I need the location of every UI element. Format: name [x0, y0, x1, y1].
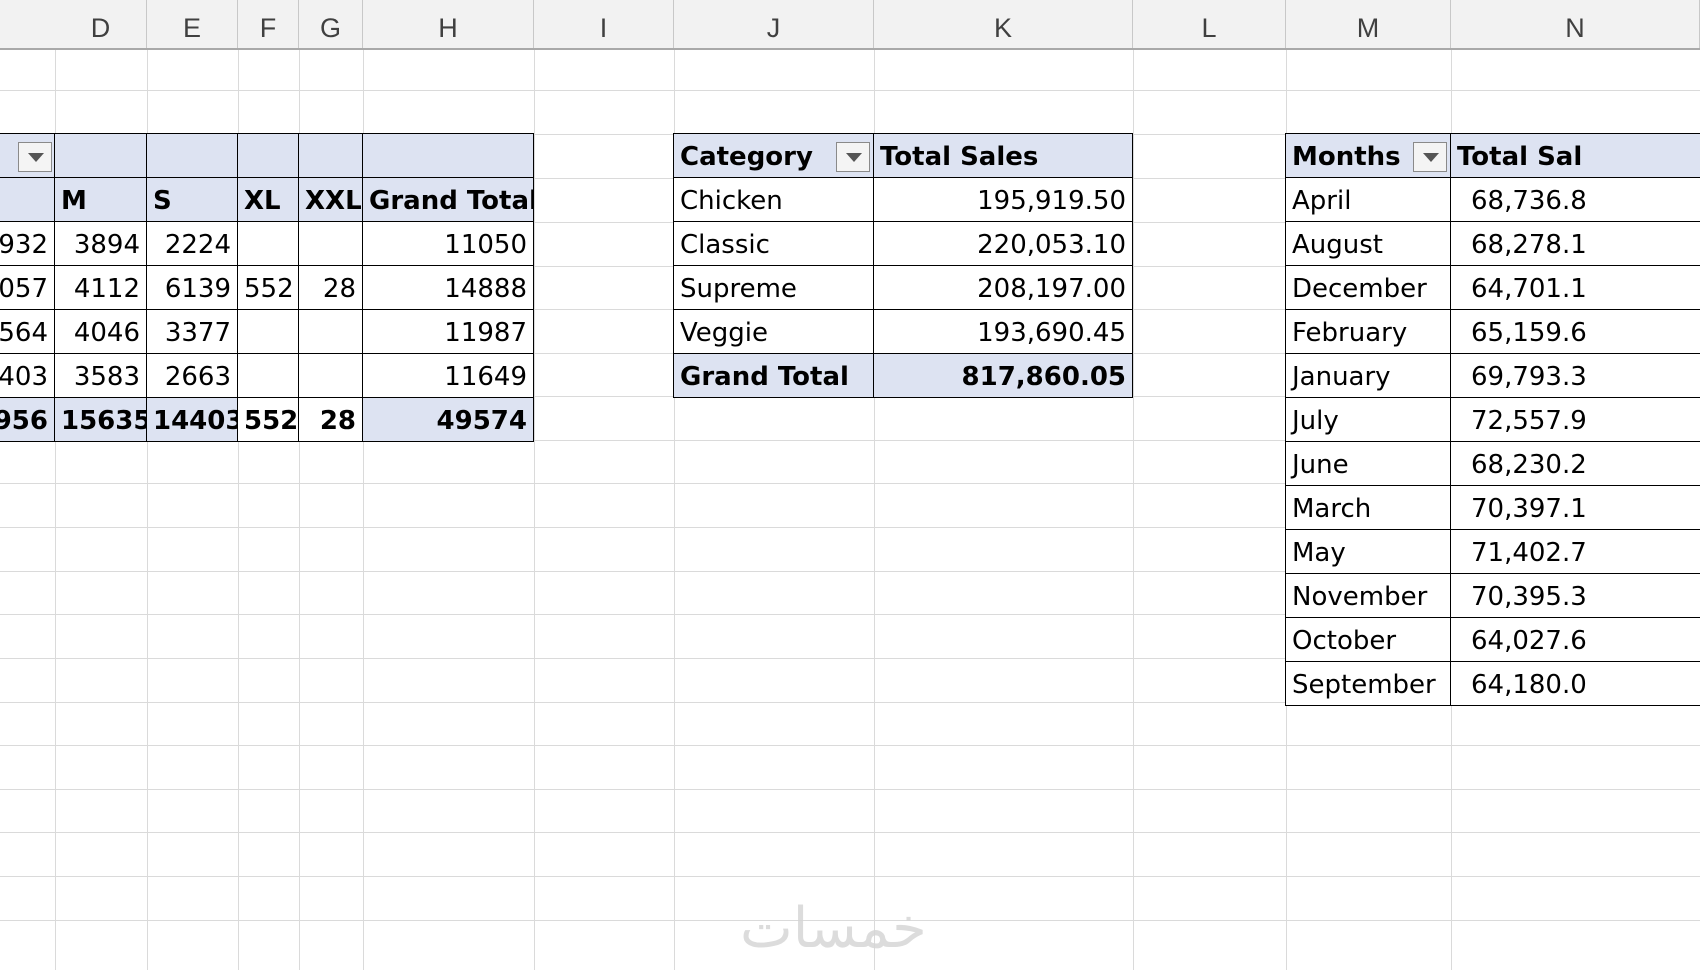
month-value-cell[interactable]: 64,180.0 [1450, 661, 1700, 706]
month-label-cell[interactable]: June [1285, 441, 1451, 486]
size-table-cell[interactable]: 14888 [362, 265, 534, 310]
column-header-k[interactable]: K [874, 0, 1133, 48]
category-value-cell[interactable]: 193,690.45 [873, 309, 1133, 354]
month-value-cell[interactable]: 68,736.8 [1450, 177, 1700, 222]
size-table-filter-row-cell[interactable] [146, 133, 238, 178]
month-value-cell[interactable]: 68,278.1 [1450, 221, 1700, 266]
size-table-cell[interactable]: 11050 [362, 221, 534, 266]
gridline-horizontal [0, 90, 1700, 91]
gridline-horizontal [0, 745, 1700, 746]
size-table-cell[interactable] [237, 353, 299, 398]
size-table-header-1[interactable]: S [146, 177, 238, 222]
month-value-cell[interactable]: 64,027.6 [1450, 617, 1700, 662]
size-table-cell[interactable]: 4564 [0, 309, 55, 354]
month-label-cell[interactable]: February [1285, 309, 1451, 354]
size-table-cell[interactable]: 552 [237, 265, 299, 310]
category-grand-total-value[interactable]: 817,860.05 [873, 353, 1133, 398]
month-label-cell[interactable]: August [1285, 221, 1451, 266]
size-table-total-cell[interactable]: 3956 [0, 397, 55, 442]
month-value-cell[interactable]: 70,397.1 [1450, 485, 1700, 530]
spreadsheet-area[interactable]: DEFGHIJKLMN MSXLXXLGrand Total4932389422… [0, 0, 1700, 970]
column-header-h[interactable]: H [363, 0, 534, 48]
size-table-cell[interactable] [237, 309, 299, 354]
size-table-cell[interactable] [298, 309, 363, 354]
gridline-horizontal [0, 789, 1700, 790]
month-value-cell[interactable]: 65,159.6 [1450, 309, 1700, 354]
size-table-filter-row-cell[interactable] [362, 133, 534, 178]
months-total-sales-header[interactable]: Total Sal [1450, 133, 1700, 178]
month-label-cell[interactable]: July [1285, 397, 1451, 442]
size-table-cell[interactable]: 11987 [362, 309, 534, 354]
total-sales-header[interactable]: Total Sales [873, 133, 1133, 178]
month-label-cell[interactable]: January [1285, 353, 1451, 398]
category-value-cell[interactable]: 220,053.10 [873, 221, 1133, 266]
size-table-header-0[interactable]: M [54, 177, 147, 222]
month-label-cell[interactable]: September [1285, 661, 1451, 706]
size-table-total-cell[interactable]: 552 [237, 397, 299, 442]
column-header-j[interactable]: J [674, 0, 874, 48]
month-label-cell[interactable]: May [1285, 529, 1451, 574]
size-table-cell[interactable]: 6139 [146, 265, 238, 310]
month-value-cell[interactable]: 70,395.3 [1450, 573, 1700, 618]
size-filter-dropdown-button[interactable] [18, 142, 52, 172]
month-value-cell[interactable]: 68,230.2 [1450, 441, 1700, 486]
size-table-cell[interactable] [237, 221, 299, 266]
column-header-m[interactable]: M [1286, 0, 1451, 48]
gridline-horizontal [0, 876, 1700, 877]
size-table-header-4[interactable]: Grand Total [362, 177, 534, 222]
size-table-cell[interactable]: 4112 [54, 265, 147, 310]
size-table-cell[interactable] [298, 221, 363, 266]
column-header-d[interactable]: D [55, 0, 147, 48]
category-label-cell[interactable]: Classic [673, 221, 874, 266]
size-table-total-cell[interactable]: 14403 [146, 397, 238, 442]
size-table-cell[interactable]: 2224 [146, 221, 238, 266]
month-label-cell[interactable]: April [1285, 177, 1451, 222]
category-label-cell[interactable]: Veggie [673, 309, 874, 354]
month-value-cell[interactable]: 69,793.3 [1450, 353, 1700, 398]
size-table-total-cell[interactable]: 28 [298, 397, 363, 442]
size-table-cell[interactable]: 3894 [54, 221, 147, 266]
category-value-cell[interactable]: 208,197.00 [873, 265, 1133, 310]
size-table-cell[interactable]: 4932 [0, 221, 55, 266]
column-header-bar: DEFGHIJKLMN [0, 0, 1700, 50]
category-value-cell[interactable]: 195,919.50 [873, 177, 1133, 222]
size-table-cell[interactable]: 5403 [0, 353, 55, 398]
size-table-cell[interactable]: 3583 [54, 353, 147, 398]
size-table-header-3[interactable]: XXL [298, 177, 363, 222]
month-value-cell[interactable]: 71,402.7 [1450, 529, 1700, 574]
size-table-cell[interactable]: 11649 [362, 353, 534, 398]
category-label-cell[interactable]: Chicken [673, 177, 874, 222]
watermark: خمسات [740, 896, 927, 961]
size-table-cell[interactable]: 4046 [54, 309, 147, 354]
column-header-f[interactable]: F [238, 0, 299, 48]
size-table-header-2[interactable]: XL [237, 177, 299, 222]
month-label-cell[interactable]: October [1285, 617, 1451, 662]
size-table-total-cell[interactable]: 15635 [54, 397, 147, 442]
category-label-cell[interactable]: Supreme [673, 265, 874, 310]
months-filter-dropdown-button[interactable] [1413, 142, 1447, 172]
column-header-e[interactable]: E [147, 0, 238, 48]
size-table-cell[interactable]: 2663 [146, 353, 238, 398]
size-table-cell[interactable] [298, 353, 363, 398]
size-table-total-cell[interactable]: 49574 [362, 397, 534, 442]
size-table-cell[interactable]: 3377 [146, 309, 238, 354]
gridline-horizontal [0, 832, 1700, 833]
size-table-filter-row-cell[interactable] [298, 133, 363, 178]
column-header-l[interactable]: L [1133, 0, 1286, 48]
month-value-cell[interactable]: 72,557.9 [1450, 397, 1700, 442]
size-table-cell[interactable]: 28 [298, 265, 363, 310]
size-table-filter-row-cell[interactable] [54, 133, 147, 178]
month-value-cell[interactable]: 64,701.1 [1450, 265, 1700, 310]
column-header-n[interactable]: N [1451, 0, 1700, 48]
column-header-i[interactable]: I [534, 0, 674, 48]
month-label-cell[interactable]: December [1285, 265, 1451, 310]
size-table-header-cell[interactable] [0, 177, 55, 222]
month-label-cell[interactable]: March [1285, 485, 1451, 530]
category-grand-total-label[interactable]: Grand Total [673, 353, 874, 398]
column-header-g[interactable]: G [299, 0, 363, 48]
month-label-cell[interactable]: November [1285, 573, 1451, 618]
size-table-cell[interactable]: 4057 [0, 265, 55, 310]
size-table-filter-row-cell[interactable] [237, 133, 299, 178]
category-filter-dropdown-button[interactable] [836, 142, 870, 172]
